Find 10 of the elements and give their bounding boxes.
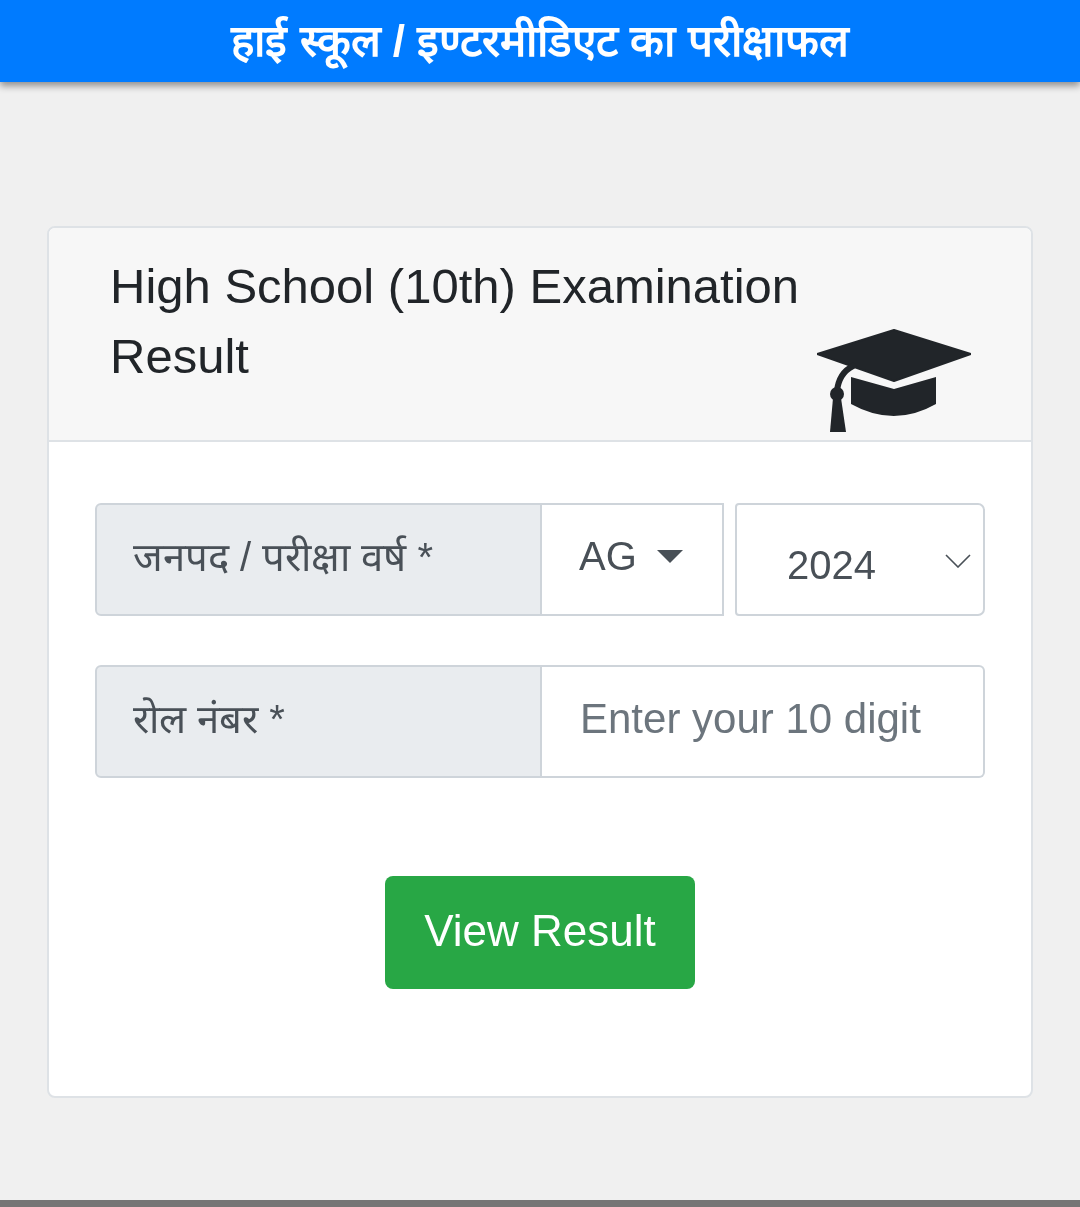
card-title: High School (10th) Examination Result — [110, 258, 801, 385]
field-label: रोल नंबर * — [95, 665, 542, 778]
page-title: हाई स्कूल / इण्टरमीडिएट का परीक्षाफल — [231, 14, 849, 68]
chevron-down-icon — [945, 553, 971, 568]
field-label: जनपद / परीक्षा वर्ष * — [95, 503, 542, 616]
district-dropdown[interactable]: AG — [542, 503, 724, 616]
caret-icon — [656, 550, 683, 563]
graduation-cap-icon — [817, 329, 971, 432]
roll-number-field[interactable]: Enter your 10 digit — [542, 665, 985, 778]
year-dropdown[interactable]: 2024 — [735, 503, 985, 616]
